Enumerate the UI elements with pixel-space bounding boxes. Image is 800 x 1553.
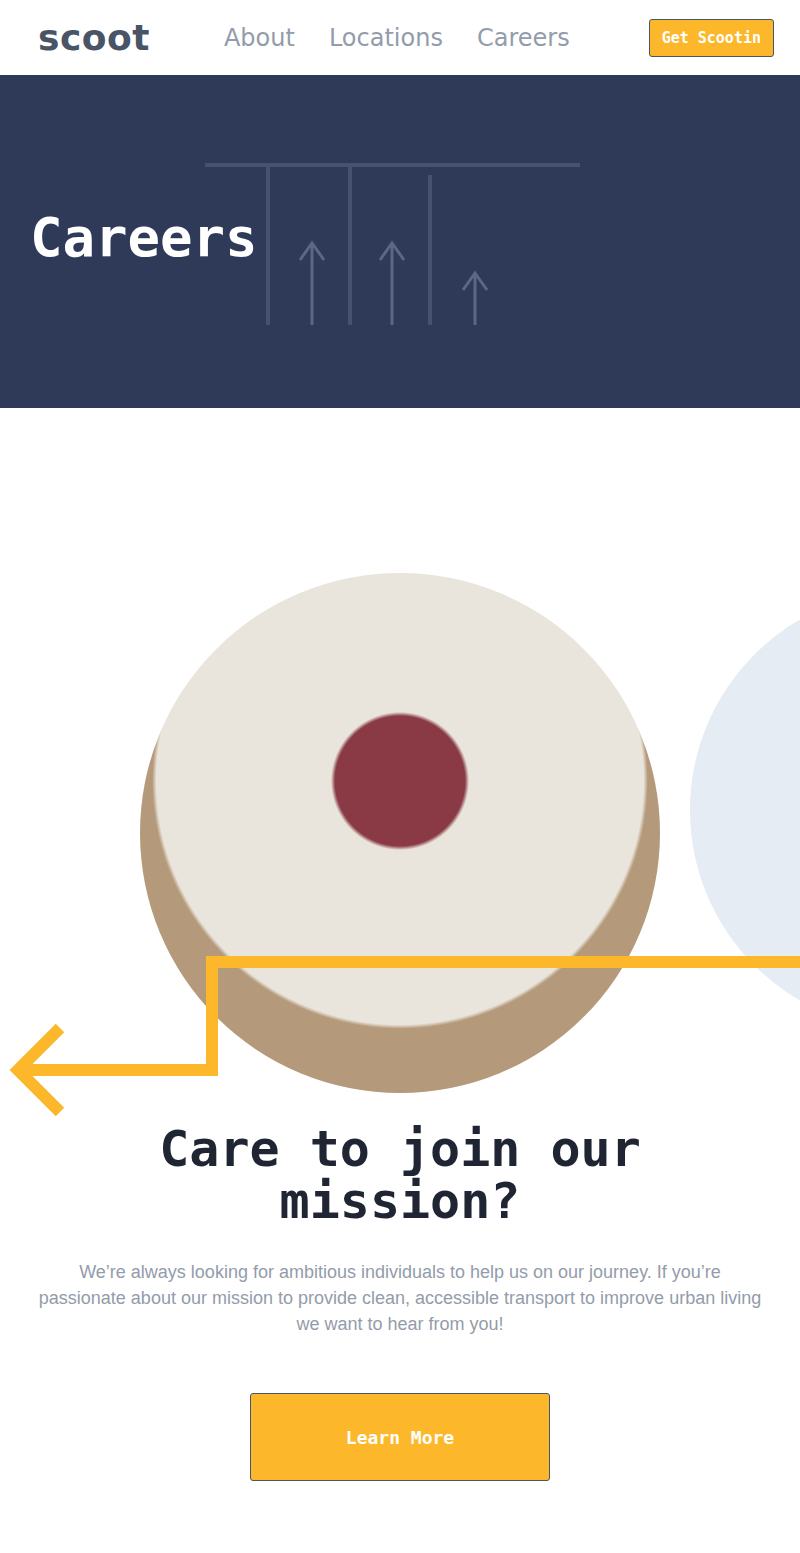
page-title: Careers (30, 206, 258, 269)
site-header: scoot About Locations Careers Get Scootin (0, 0, 800, 75)
learn-more-button[interactable]: Learn More (250, 1393, 550, 1481)
arrow-icon (0, 408, 800, 1128)
mission-section: Care to join our mission? We’re always lo… (0, 408, 800, 1551)
get-scootin-button[interactable]: Get Scootin (649, 19, 774, 57)
mission-heading: Care to join our mission? (100, 1123, 700, 1227)
hero-banner: Careers (0, 75, 800, 408)
nav-link[interactable]: Locations (329, 24, 443, 52)
main-nav: About Locations Careers (224, 24, 649, 52)
logo[interactable]: scoot (38, 17, 150, 58)
nav-link[interactable]: About (224, 24, 295, 52)
mission-text: We’re always looking for ambitious indiv… (0, 1259, 800, 1337)
nav-link[interactable]: Careers (477, 24, 570, 52)
